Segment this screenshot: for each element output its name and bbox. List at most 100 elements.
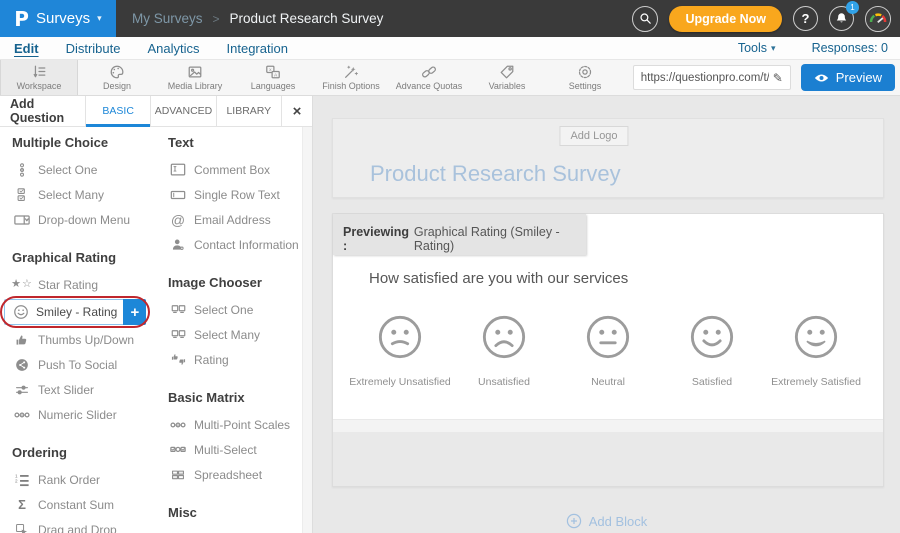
menubar-tab-analytics[interactable]: Analytics [147, 41, 199, 56]
sidebar-item-multi-select[interactable]: Multi-Select [168, 437, 302, 462]
smiley-face-icon [11, 304, 31, 320]
product-switcher[interactable]: P Surveys ▾ [0, 0, 116, 37]
workspace-icon [31, 64, 47, 80]
smiley-option-unsatisfied[interactable]: Unsatisfied [452, 314, 556, 388]
question-tabs: BASICADVANCEDLIBRARY [86, 96, 282, 126]
svg-text:2: 2 [15, 478, 18, 483]
settings-icon [577, 64, 593, 80]
user-avatar[interactable] [865, 6, 891, 32]
menu-tabs: Edit Distribute Analytics Integration [0, 41, 288, 56]
section-heading-basic-matrix: Basic Matrix [168, 390, 302, 407]
advance-quotas-icon [421, 64, 437, 80]
notification-badge: 1 [846, 1, 859, 14]
menubar-tab-edit[interactable]: Edit [14, 41, 39, 56]
smiley-option-label: Extremely Unsatisfied [349, 376, 451, 388]
question-tab-basic[interactable]: BASIC [86, 96, 151, 126]
add-block-label: Add Block [589, 514, 648, 529]
toolbar-finish-options-button[interactable]: Finish Options [312, 60, 390, 95]
add-smiley-question-button[interactable]: + [123, 299, 146, 325]
notifications-button[interactable]: 1 [829, 6, 854, 31]
sidebar-item-label: Thumbs Up/Down [38, 333, 134, 347]
product-name: Surveys [36, 10, 90, 27]
sidebar-item-select-many[interactable]: Select Many [12, 182, 156, 207]
help-button[interactable]: ? [793, 6, 818, 31]
sidebar-item-multi-point-scales[interactable]: Multi-Point Scales [168, 412, 302, 437]
image-select-icon [168, 327, 188, 342]
sidebar-item-drag-and-drop[interactable]: Drag and Drop [12, 517, 156, 533]
search-button[interactable] [632, 6, 658, 32]
toolbar-languages-button[interactable]: xA Languages [234, 60, 312, 95]
sidebar-item-label: Email Address [194, 213, 271, 227]
sidebar-item-drop-down-menu[interactable]: Drop-down Menu [12, 207, 156, 232]
close-panel-button[interactable]: × [282, 96, 312, 126]
survey-url-field[interactable]: ✎ [633, 65, 791, 90]
toolbar-label: Design [103, 81, 131, 91]
sidebar-item-single-row-text[interactable]: Single Row Text [168, 182, 302, 207]
tools-dropdown[interactable]: Tools ▾ [738, 41, 776, 55]
edit-url-pencil-icon[interactable]: ✎ [773, 71, 783, 85]
preview-button[interactable]: Preview [801, 64, 895, 91]
smiley-option-neutral[interactable]: Neutral [556, 314, 660, 388]
sidebar-item-smiley-rating[interactable]: Smiley - Rating + [12, 297, 156, 327]
smiley-option-extremely-unsatisfied[interactable]: Extremely Unsatisfied [348, 314, 452, 388]
smiley-smile-icon [689, 314, 735, 360]
toolbar-design-button[interactable]: Design [78, 60, 156, 95]
sidebar-item-spreadsheet[interactable]: Spreadsheet [168, 462, 302, 487]
sidebar-item-constant-sum[interactable]: Σ Constant Sum [12, 492, 156, 517]
breadcrumb-my-surveys[interactable]: My Surveys [132, 11, 203, 26]
sidebar-item-label: Drag and Drop [38, 523, 117, 533]
sidebar-item-push-to-social[interactable]: Push To Social [12, 352, 156, 377]
survey-header-card: Add Logo Product Research Survey [332, 118, 884, 198]
comment-box-icon [168, 162, 188, 178]
sidebar-item-comment-box[interactable]: Comment Box [168, 157, 302, 182]
question-text[interactable]: How satisfied are you with our services [369, 270, 628, 287]
sidebar-item-label: Single Row Text [194, 188, 280, 202]
add-logo-button[interactable]: Add Logo [559, 126, 628, 146]
smiley-rating-scale: Extremely Unsatisfied Unsatisfied Neutra… [333, 314, 883, 388]
question-tab-library[interactable]: LIBRARY [217, 96, 282, 126]
sidebar-item-thumbs-up-down[interactable]: Thumbs Up/Down [12, 327, 156, 352]
menubar-tab-distribute[interactable]: Distribute [66, 41, 121, 56]
toolbar-label: Finish Options [322, 81, 380, 91]
section-heading-text: Text [168, 135, 302, 152]
sidebar-item-rating[interactable]: Rating [168, 347, 302, 372]
menubar-tab-integration[interactable]: Integration [227, 41, 288, 56]
questionpro-logo-icon: P [14, 7, 29, 31]
sidebar-scrollbar[interactable] [302, 127, 312, 533]
sidebar-item-rank-order[interactable]: 12 Rank Order [12, 467, 156, 492]
smiley-option-extremely-satisfied[interactable]: Extremely Satisfied [764, 314, 868, 388]
toolbar-settings-button[interactable]: Settings [546, 60, 624, 95]
sidebar-item-email-address[interactable]: @ Email Address [168, 207, 302, 232]
toolbar-label: Settings [569, 81, 602, 91]
sidebar-item-text-slider[interactable]: Text Slider [12, 377, 156, 402]
toolbar-media-library-button[interactable]: Media Library [156, 60, 234, 95]
sidebar-item-label: Contact Information [194, 238, 299, 252]
toolbar-variables-button[interactable]: Variables [468, 60, 546, 95]
question-tab-advanced[interactable]: ADVANCED [151, 96, 216, 126]
sidebar-item-select-many[interactable]: Select Many [168, 322, 302, 347]
sidebar-item-select-one[interactable]: Select One [168, 297, 302, 322]
sidebar-item-label: Rank Order [38, 473, 100, 487]
upgrade-now-button[interactable]: Upgrade Now [669, 6, 782, 32]
bell-icon [835, 12, 848, 25]
question-type-list: Multiple Choice Select One Select Many D… [0, 127, 302, 533]
single-row-icon [168, 187, 188, 203]
add-block-button[interactable]: Add Block [313, 513, 900, 529]
toolbar-advance-quotas-button[interactable]: Advance Quotas [390, 60, 468, 95]
topbar-actions: Upgrade Now ? 1 [632, 6, 900, 32]
toolbar-workspace-button[interactable]: Workspace [0, 60, 78, 95]
design-icon [109, 64, 125, 80]
breadcrumb-current-survey: Product Research Survey [230, 11, 384, 26]
block-footer-area [333, 432, 883, 486]
sidebar-item-contact-information[interactable]: Contact Information [168, 232, 302, 257]
sidebar-item-label: Multi-Point Scales [194, 418, 290, 432]
block-footer-strip [333, 419, 883, 432]
search-icon [639, 12, 652, 25]
sidebar-item-numeric-slider[interactable]: Numeric Slider [12, 402, 156, 427]
survey-title[interactable]: Product Research Survey [370, 161, 621, 187]
sidebar-item-star-rating[interactable]: ★☆ Star Rating [12, 272, 156, 297]
plus-circle-icon [566, 513, 582, 529]
survey-url-input[interactable] [641, 72, 769, 84]
smiley-option-satisfied[interactable]: Satisfied [660, 314, 764, 388]
sidebar-item-select-one[interactable]: Select One [12, 157, 156, 182]
